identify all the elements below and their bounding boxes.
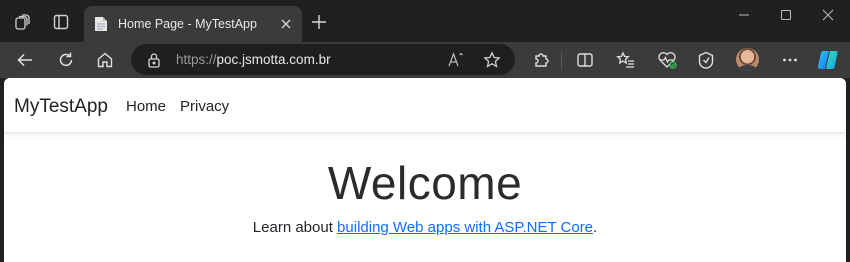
intro-text-after: . — [593, 219, 598, 236]
lock-icon[interactable] — [146, 51, 162, 68]
url-scheme: https:// — [176, 52, 217, 67]
active-tab[interactable]: Home Page - MyTestApp — [84, 6, 302, 42]
address-bar[interactable]: https://poc.jsmotta.com.br — [131, 44, 515, 75]
intro-text: Learn about building Web apps with ASP.N… — [4, 219, 846, 236]
toolbar-divider — [561, 52, 562, 69]
refresh-icon[interactable] — [55, 49, 77, 71]
collections-icon[interactable] — [695, 49, 717, 71]
url-host: poc.jsmotta.com.br — [216, 52, 331, 67]
copilot-icon[interactable] — [815, 47, 841, 73]
page-heading: Welcome — [327, 157, 523, 209]
favorites-list-icon[interactable] — [615, 49, 637, 71]
puzzle-icon[interactable] — [530, 49, 552, 71]
page-viewport: MyTestApp Home Privacy Welcome Learn abo… — [4, 78, 846, 262]
nav-link-home[interactable]: Home — [126, 98, 166, 115]
star-icon[interactable] — [482, 50, 502, 70]
site-navbar: MyTestApp Home Privacy — [4, 78, 846, 133]
profile-avatar[interactable] — [736, 48, 759, 71]
tab-title: Home Page - MyTestApp — [118, 17, 257, 31]
maximize-icon[interactable] — [775, 6, 797, 24]
address-url[interactable]: https://poc.jsmotta.com.br — [176, 52, 331, 67]
aspnet-docs-link[interactable]: building Web apps with ASP.NET Core — [337, 219, 593, 236]
home-icon[interactable] — [94, 49, 116, 71]
browser-essentials-icon[interactable] — [656, 49, 678, 71]
plus-icon[interactable] — [309, 12, 329, 32]
close-icon[interactable] — [278, 16, 294, 32]
window-close-icon[interactable] — [817, 6, 839, 24]
split-screen-icon[interactable] — [574, 49, 596, 71]
more-icon[interactable] — [779, 49, 801, 71]
minimize-icon[interactable] — [733, 6, 755, 24]
intro-text-before: Learn about — [252, 219, 338, 236]
site-brand-link[interactable]: MyTestApp — [14, 96, 108, 118]
read-aloud-icon[interactable] — [447, 51, 465, 69]
page-favicon-icon — [93, 16, 109, 32]
vertical-tabs-icon[interactable] — [52, 13, 70, 31]
back-arrow-icon[interactable] — [14, 49, 36, 71]
tab-strip: Home Page - MyTestApp — [0, 0, 850, 42]
workspaces-icon[interactable] — [14, 13, 32, 31]
nav-link-privacy[interactable]: Privacy — [180, 98, 229, 115]
browser-toolbar: https://poc.jsmotta.com.br — [0, 42, 850, 78]
